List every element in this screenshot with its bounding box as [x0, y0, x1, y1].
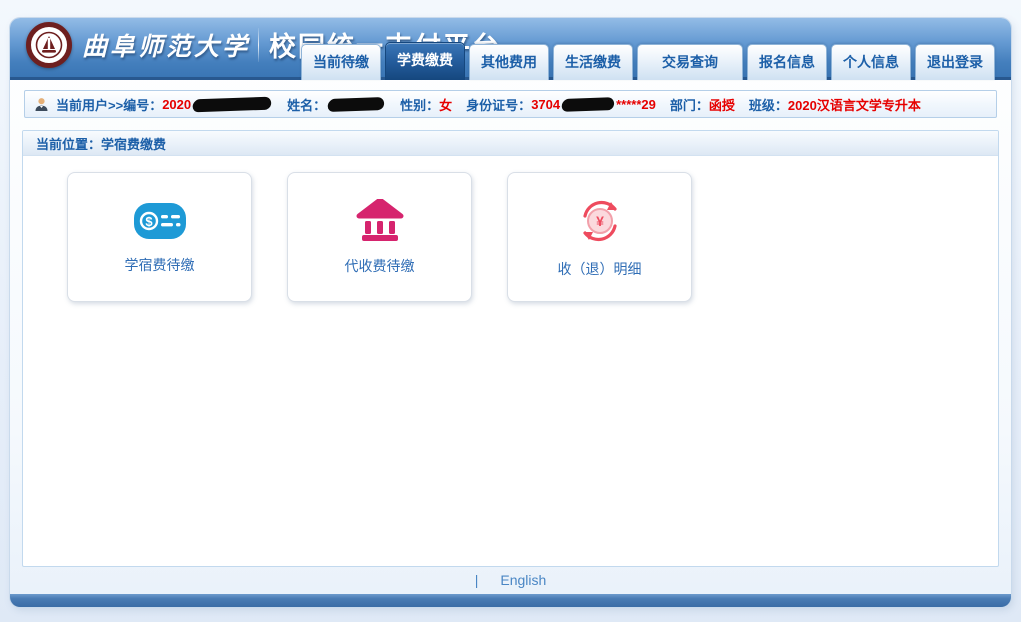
redaction-scribble: [561, 97, 616, 112]
content-panel: 当前位置：学宿费缴费 $: [22, 130, 999, 567]
header: 曲阜师范大学 校园统一支付平台 当前待缴 学费缴费 其他费用 生活缴费 交易查询…: [10, 18, 1011, 80]
user-field-department: 部门：函授: [670, 95, 735, 114]
tab-living-payment[interactable]: 生活缴费: [553, 44, 633, 80]
user-info-bar: 当前用户>>编号：2020 姓名： 性别：女 身份证号：3704*****29 …: [24, 90, 997, 118]
card-agency-fees-due[interactable]: 代收费待缴: [287, 172, 472, 302]
card-tuition-dorm-due[interactable]: $ 学宿费待缴: [67, 172, 252, 302]
card-label: 学宿费待缴: [125, 255, 195, 275]
language-link-english[interactable]: English: [500, 572, 546, 588]
university-name: 曲阜师范大学: [82, 27, 250, 63]
language-separator: |: [475, 572, 479, 588]
user-field-gender: 性别：女: [400, 95, 452, 114]
user-field-id-card: 身份证号：3704*****29: [466, 95, 656, 114]
bill-dollar-icon: $: [131, 200, 189, 242]
breadcrumb-label: 当前位置：学宿费缴费: [36, 134, 166, 153]
tab-tuition-payment[interactable]: 学费缴费: [385, 42, 465, 80]
tab-current-due[interactable]: 当前待缴: [301, 44, 381, 80]
main-panel: 曲阜师范大学 校园统一支付平台 当前待缴 学费缴费 其他费用 生活缴费 交易查询…: [10, 18, 1011, 607]
card-label: 收（退）明细: [558, 259, 642, 279]
bottom-bar: [10, 594, 1011, 607]
tab-personal-info[interactable]: 个人信息: [831, 44, 911, 80]
header-divider: [258, 28, 259, 62]
user-prefix: 当前用户>>: [56, 95, 123, 114]
svg-text:¥: ¥: [596, 213, 604, 229]
nav-tabs: 当前待缴 学费缴费 其他费用 生活缴费 交易查询 报名信息 个人信息 退出登录: [301, 42, 995, 80]
card-label: 代收费待缴: [345, 256, 415, 276]
refund-cycle-icon: ¥: [575, 196, 625, 246]
user-field-class: 班级：2020汉语言文学专升本: [749, 95, 921, 114]
breadcrumb: 当前位置：学宿费缴费: [23, 131, 998, 156]
tab-logout[interactable]: 退出登录: [915, 44, 995, 80]
user-field-name: 姓名：: [287, 95, 386, 114]
university-seal-icon: [32, 28, 66, 62]
bank-icon: [356, 199, 404, 243]
tab-other-fees[interactable]: 其他费用: [469, 44, 549, 80]
university-logo: [26, 22, 72, 68]
svg-text:$: $: [145, 214, 153, 229]
payment-platform-page: 曲阜师范大学 校园统一支付平台 当前待缴 学费缴费 其他费用 生活缴费 交易查询…: [0, 0, 1021, 622]
tab-registration-info[interactable]: 报名信息: [747, 44, 827, 80]
redaction-scribble: [327, 97, 386, 112]
tab-transaction-query[interactable]: 交易查询: [637, 44, 743, 80]
footer: | English: [10, 569, 1011, 591]
redaction-scribble: [192, 96, 273, 112]
card-receipt-refund-detail[interactable]: ¥ 收（退）明细: [507, 172, 692, 302]
user-field-id: 当前用户>>编号：2020: [56, 95, 273, 114]
card-grid: $ 学宿费待缴: [23, 156, 998, 302]
user-avatar-icon: [34, 97, 49, 112]
